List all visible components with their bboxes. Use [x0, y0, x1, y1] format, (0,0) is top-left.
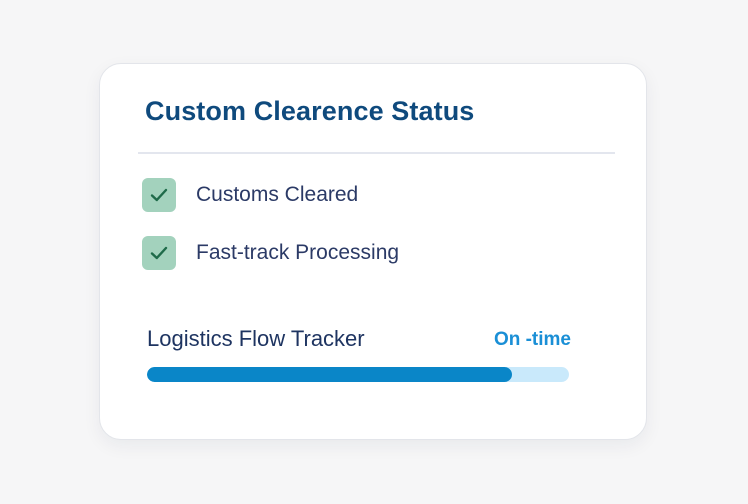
status-item-customs-cleared: Customs Cleared [142, 178, 358, 212]
checkmark-icon [150, 246, 168, 260]
clearance-status-card: Custom Clearence Status Customs Cleared … [99, 63, 647, 440]
page-background: Custom Clearence Status Customs Cleared … [0, 0, 748, 504]
checkmark-icon [150, 188, 168, 202]
checkbox-fast-track[interactable] [142, 236, 176, 270]
tracker-label: Logistics Flow Tracker [147, 326, 365, 351]
progress-bar [147, 367, 569, 382]
status-item-fast-track: Fast-track Processing [142, 236, 399, 270]
title-divider [138, 152, 615, 154]
card-title: Custom Clearence Status [145, 96, 475, 126]
progress-bar-fill [147, 367, 513, 382]
status-item-label: Customs Cleared [196, 183, 359, 206]
tracker-status-badge: On -time [493, 329, 571, 350]
status-item-label: Fast-track Processing [196, 241, 400, 264]
checkbox-customs-cleared[interactable] [142, 178, 176, 212]
